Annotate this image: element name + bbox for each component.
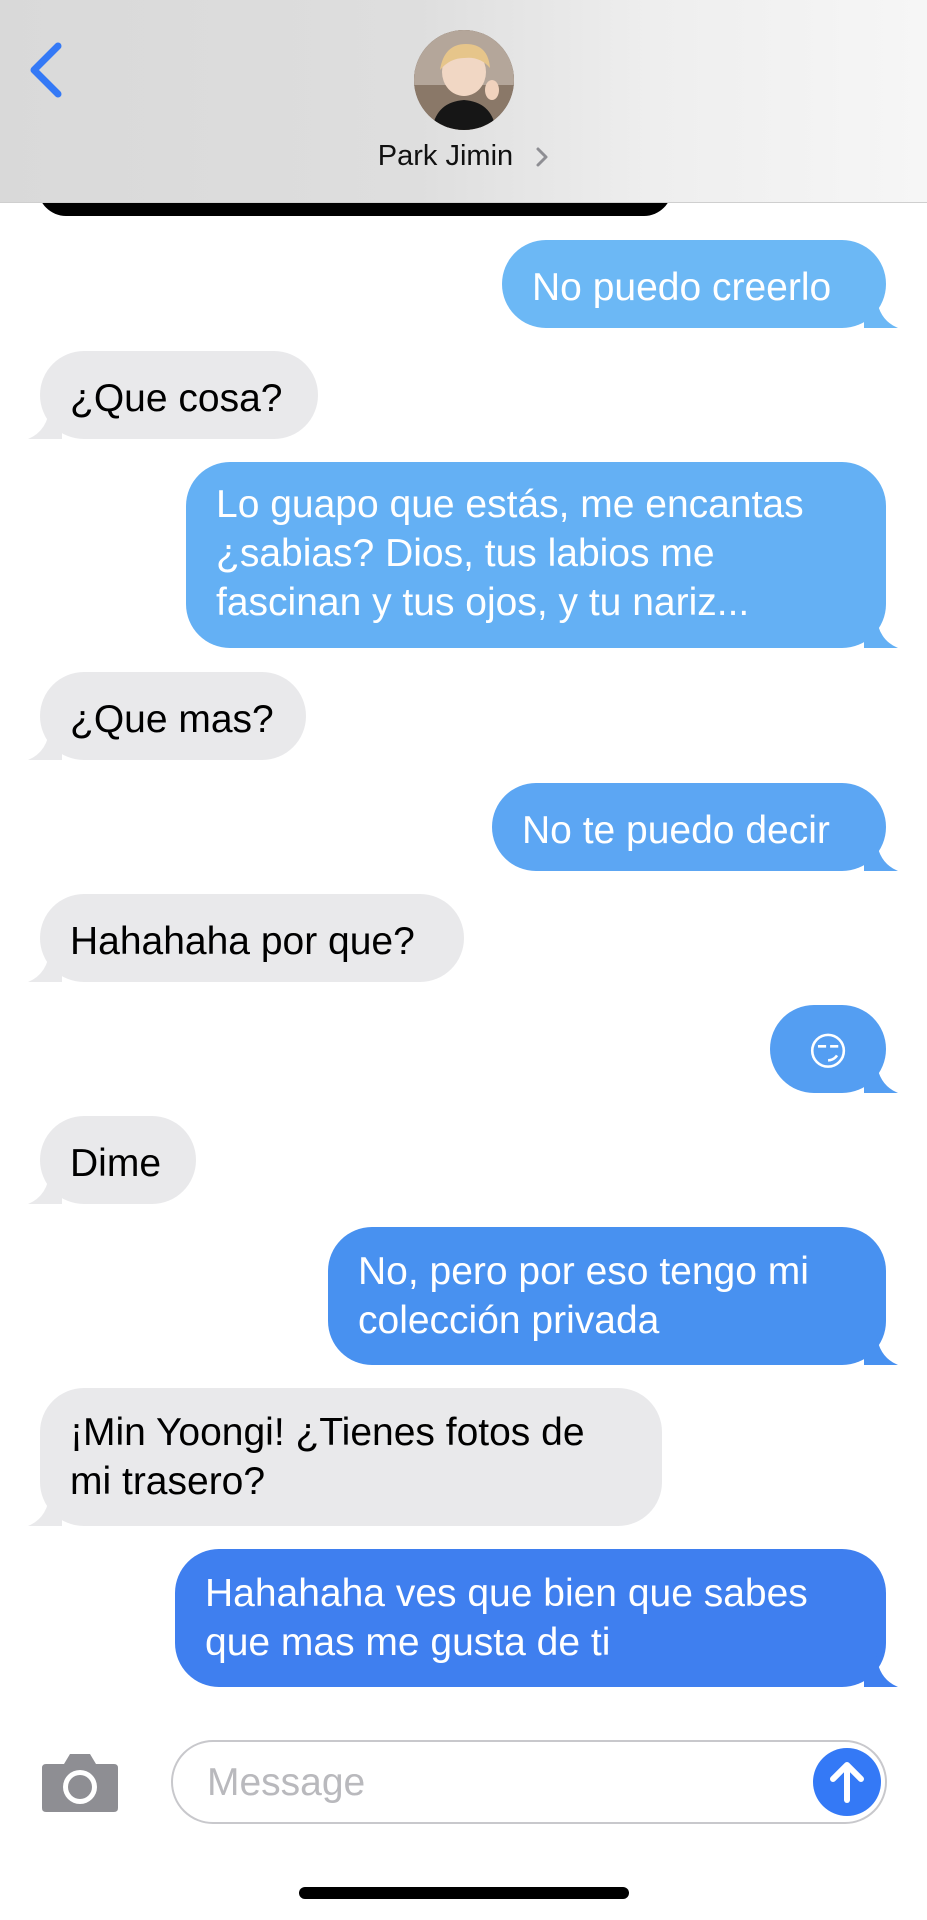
message-bubble-received[interactable]: ¿Que cosa?: [28, 351, 318, 439]
bubble-tail: [864, 1653, 898, 1687]
message-bubble-sent[interactable]: 😏: [770, 1005, 898, 1093]
message-text: Lo guapo que estás, me encantas ¿sabias?…: [216, 483, 804, 624]
avatar[interactable]: [414, 30, 514, 130]
send-arrow-icon: [830, 1762, 864, 1803]
message-bubble-received[interactable]: Hahahaha por que?: [28, 894, 464, 982]
message-text: Hahahaha ves que bien que sabes que mas …: [205, 1572, 808, 1664]
message-input[interactable]: [205, 1742, 769, 1824]
contact-name[interactable]: Park Jimin: [378, 140, 513, 172]
message-text: ¿Que cosa?: [70, 377, 283, 420]
message-bubble-sent[interactable]: No puedo creerlo: [502, 240, 898, 328]
bubble-tail: [28, 1170, 62, 1204]
contact-photo: [414, 30, 514, 130]
bubble-tail: [28, 948, 62, 982]
message-text: ¿Que mas?: [70, 698, 274, 741]
home-indicator[interactable]: [299, 1887, 629, 1899]
bubble-tail: [864, 294, 898, 328]
message-text: No puedo creerlo: [532, 266, 832, 309]
chevron-left-icon[interactable]: [26, 40, 70, 100]
message-text: 😏: [807, 1031, 849, 1074]
bubble-tail: [864, 614, 898, 648]
message-field[interactable]: [171, 1740, 887, 1824]
conversation-header: Park Jimin: [0, 0, 927, 203]
camera-icon[interactable]: [40, 1750, 120, 1814]
bubble-tail: [28, 1492, 62, 1526]
bubble-tail: [864, 1059, 898, 1093]
chevron-right-icon[interactable]: [535, 146, 549, 168]
bubble-tail: [864, 837, 898, 871]
send-button[interactable]: [813, 1748, 881, 1816]
message-bubble-sent[interactable]: Lo guapo que estás, me encantas ¿sabias?…: [186, 462, 898, 648]
message-text: Hahahaha por que?: [70, 920, 415, 963]
bubble-tail: [28, 405, 62, 439]
message-bubble-received[interactable]: ¿Que mas?: [28, 672, 306, 760]
message-bubble-received[interactable]: Dime: [28, 1116, 196, 1204]
message-bubble-sent[interactable]: No, pero por eso tengo mi colección priv…: [328, 1227, 898, 1365]
message-text: No, pero por eso tengo mi colección priv…: [358, 1250, 809, 1342]
message-text: ¡Min Yoongi! ¿Tienes fotos de mi trasero…: [70, 1411, 585, 1503]
message-bubble-sent[interactable]: No te puedo decir: [492, 783, 898, 871]
message-text: No te puedo decir: [522, 809, 830, 852]
message-bubble-received[interactable]: ¡Min Yoongi! ¿Tienes fotos de mi trasero…: [28, 1388, 662, 1526]
bubble-tail: [28, 726, 62, 760]
bubble-tail: [864, 1331, 898, 1365]
message-bubble-sent[interactable]: Hahahaha ves que bien que sabes que mas …: [175, 1549, 898, 1687]
contact-name-row[interactable]: Park Jimin: [0, 140, 927, 173]
message-text: Dime: [70, 1142, 162, 1185]
